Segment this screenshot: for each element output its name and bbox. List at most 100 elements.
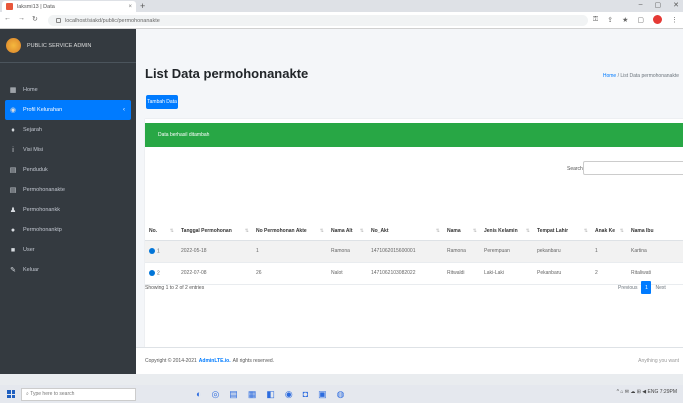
- table-cell: 1471062015600001: [367, 240, 443, 263]
- table-cell: 1: [252, 240, 327, 263]
- windows-taskbar: ⌕ Type here to search ◐ ◎ ▤ ▦ ◧ ◉ ◘ ▣ ◍ …: [0, 385, 683, 403]
- main-content: List Data permohonanakte Home / List Dat…: [136, 29, 683, 374]
- edge-icon[interactable]: ◎: [211, 389, 219, 400]
- info-icon[interactable]: [56, 18, 61, 23]
- extensions-area: ⚿ ⇪ ★ ▢ ⋮: [593, 15, 678, 24]
- sidebar-item-profil-kelurahan[interactable]: ◉ Profil Kelurahan ‹: [5, 100, 131, 120]
- table-row: 1 2022-05-18 1 Ramona 1471062015600001 R…: [145, 240, 683, 263]
- previous-button[interactable]: Previous: [618, 285, 637, 291]
- chrome-icon[interactable]: ◉: [285, 389, 293, 400]
- rights-text: All rights reserved.: [232, 358, 275, 364]
- column-header[interactable]: Nama ⇅: [443, 187, 480, 241]
- app-icon[interactable]: ▣: [318, 389, 327, 400]
- taskbar-search-input[interactable]: ⌕ Type here to search: [21, 387, 136, 401]
- table-cell: Laki-Laki: [480, 262, 533, 285]
- table-cell: pekanbaru: [533, 240, 591, 263]
- new-tab-button[interactable]: +: [140, 1, 145, 11]
- list-icon: ▤: [9, 187, 17, 194]
- breadcrumb-home-link[interactable]: Home: [603, 73, 616, 79]
- breadcrumb-separator: /: [617, 73, 619, 79]
- add-data-button[interactable]: Tambah Data: [146, 95, 178, 109]
- column-header[interactable]: Jenis Kelamin ⇅: [480, 187, 533, 241]
- app-icon[interactable]: ◘: [303, 389, 308, 400]
- extensions-icon[interactable]: ▢: [637, 16, 644, 24]
- search-input[interactable]: [583, 161, 683, 175]
- column-header[interactable]: Nama Ibu⇅: [627, 187, 683, 241]
- sidebar-item-penduduk[interactable]: ▤ Penduduk: [5, 160, 131, 180]
- sort-icon: ⇅: [619, 227, 624, 234]
- expand-row-icon[interactable]: [149, 247, 155, 254]
- tab-title: laksmi13 | Data: [17, 3, 55, 10]
- sidebar-item-permohonanakte[interactable]: ▤ Permohonanakte: [5, 180, 131, 200]
- sort-icon: ⇅: [169, 227, 174, 234]
- success-alert: Data berhasil ditambah: [145, 123, 683, 147]
- sidebar-item-sejarah[interactable]: ♦ Sejarah: [5, 120, 131, 140]
- column-header[interactable]: No_Akt ⇅: [367, 187, 443, 241]
- sidebar-item-label: Sejarah: [23, 127, 42, 133]
- maximize-button[interactable]: ▢: [655, 1, 662, 9]
- column-header[interactable]: Tempat Lahir ⇅: [533, 187, 591, 241]
- sidebar-item-label: Permohonanktp: [23, 227, 62, 233]
- browser-tab[interactable]: laksmi13 | Data ×: [2, 1, 136, 12]
- task-view-icon[interactable]: ◐: [196, 389, 201, 400]
- share-icon[interactable]: ⇪: [607, 16, 613, 24]
- sidebar-item-label: Profil Kelurahan: [23, 107, 63, 113]
- column-header[interactable]: Tanggal Permohonan ⇅: [177, 187, 252, 241]
- table-cell: Pekanbaru: [533, 262, 591, 285]
- table-cell: 2022-05-18: [177, 240, 252, 263]
- key-icon[interactable]: ⚿: [593, 16, 598, 24]
- minimize-button[interactable]: –: [639, 1, 643, 9]
- sidebar-item-permohonankk[interactable]: ♟ Permohonankk: [5, 200, 131, 220]
- file-explorer-icon[interactable]: ▤: [229, 389, 238, 400]
- back-icon[interactable]: ←: [4, 15, 11, 23]
- sidebar-item-label: Home: [23, 87, 38, 93]
- expand-row-icon[interactable]: [149, 269, 155, 276]
- app-icon[interactable]: ◍: [337, 389, 345, 400]
- sidebar-item-permohonanktp[interactable]: ● Permohonanktp: [5, 220, 131, 240]
- footer: Copyright © 2014-2021 AdminLTE.io. All r…: [136, 347, 683, 374]
- table-cell: Kartina: [627, 240, 683, 263]
- url-input[interactable]: localhost/siakd/public/permohonanakte: [48, 15, 588, 26]
- system-tray[interactable]: ^ ⌂ ✉ ☁ ⊞ ◀ ENG 7:29PM: [617, 389, 677, 395]
- column-header[interactable]: Anak Ke ⇅: [591, 187, 627, 241]
- profile-avatar[interactable]: [653, 15, 662, 24]
- star-icon[interactable]: ★: [622, 16, 628, 24]
- sidebar-item-user[interactable]: ■ User: [5, 240, 131, 260]
- sort-icon: ⇅: [435, 227, 440, 234]
- menu-icon[interactable]: ⋮: [671, 16, 678, 24]
- next-button[interactable]: Next: [655, 285, 665, 291]
- sort-icon: ⇅: [244, 227, 249, 234]
- column-header[interactable]: No. ⇅: [145, 187, 177, 241]
- copyright-text: Copyright © 2014-2021: [145, 358, 197, 364]
- page-1-button[interactable]: 1: [641, 281, 652, 294]
- pin-icon: ♦: [11, 126, 15, 134]
- forward-icon[interactable]: →: [18, 15, 25, 23]
- tab-close-button[interactable]: ×: [128, 4, 132, 10]
- table-header-row: No. ⇅ Tanggal Permohonan ⇅ No Permohonan A…: [145, 187, 683, 241]
- person-icon: ♟: [9, 207, 17, 214]
- table-cell: Ramona: [443, 240, 480, 263]
- sidebar-item-home[interactable]: ▦ Home: [5, 80, 131, 100]
- sidebar-item-label: Visi Misi: [23, 147, 44, 153]
- column-header[interactable]: No Permohonan Akte ⇅: [252, 187, 327, 241]
- table-info: Showing 1 to 2 of 2 entries: [145, 285, 205, 291]
- reload-icon[interactable]: ↻: [32, 15, 38, 23]
- nav-buttons: ← → ↻: [4, 15, 38, 23]
- sidebar-item-visi-misi[interactable]: i Visi Misi: [5, 140, 131, 160]
- vscode-icon[interactable]: ◧: [266, 389, 275, 400]
- column-header[interactable]: Nama Alt ⇅: [327, 187, 367, 241]
- sort-icon: ⇅: [472, 227, 477, 234]
- footer-link[interactable]: AdminLTE.io.: [199, 358, 231, 364]
- brand[interactable]: PUBLIC SERVICE ADMIN: [0, 29, 136, 63]
- key-icon: ✎: [10, 267, 16, 274]
- close-window-button[interactable]: ✕: [673, 1, 679, 9]
- table-cell: Perempuan: [480, 240, 533, 263]
- store-icon[interactable]: ▦: [248, 389, 257, 400]
- sidebar-item-label: User: [23, 247, 35, 253]
- windows-start-icon[interactable]: [7, 390, 15, 398]
- sidebar-item-keluar[interactable]: ✎ Keluar: [5, 260, 131, 280]
- chevron-left-icon: ‹: [123, 107, 125, 113]
- sidebar-item-label: Permohonankk: [23, 207, 60, 213]
- page-title: List Data permohonanakte: [145, 66, 309, 81]
- brand-text: PUBLIC SERVICE ADMIN: [27, 42, 92, 49]
